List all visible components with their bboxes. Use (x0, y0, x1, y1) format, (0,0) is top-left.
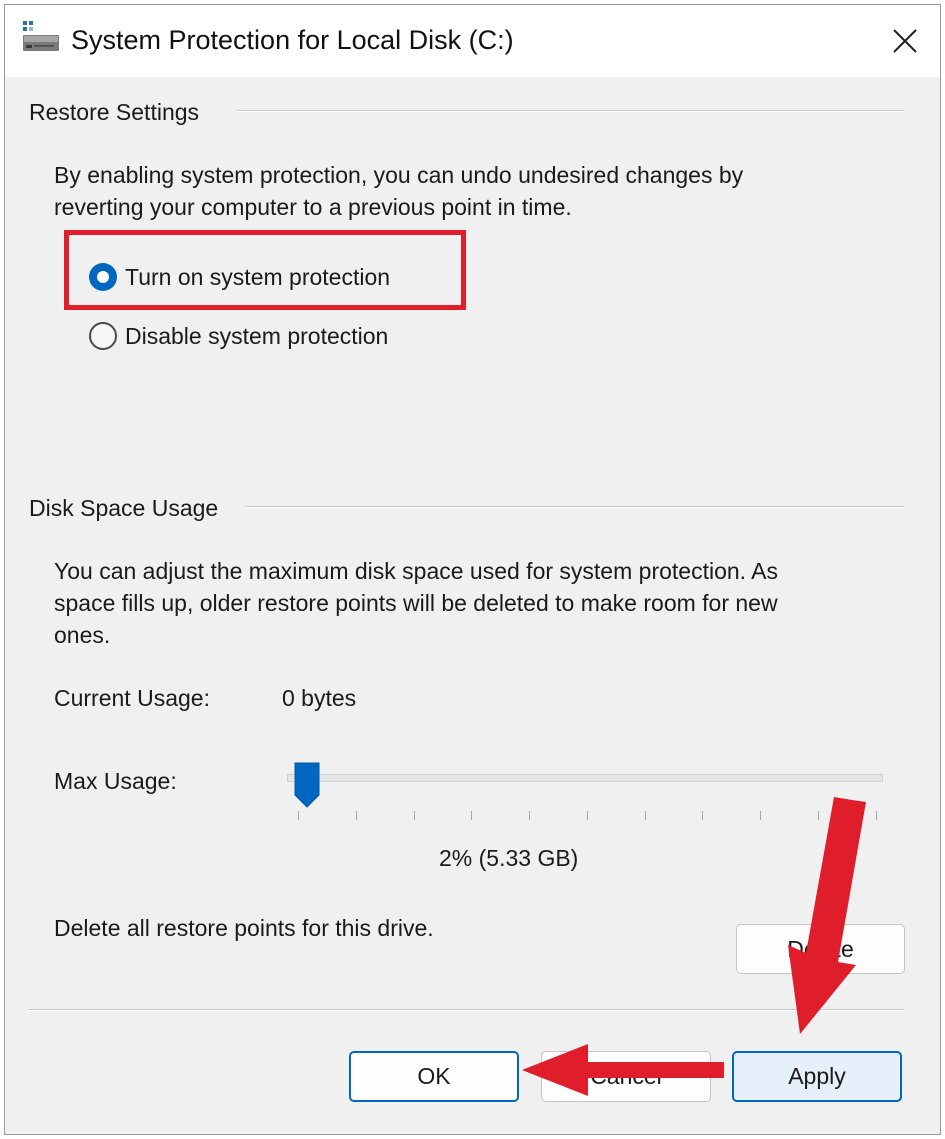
delete-button[interactable]: Delete (736, 924, 905, 974)
cancel-button[interactable]: Cancel (541, 1051, 711, 1102)
slider-tick (760, 811, 761, 820)
close-button[interactable] (870, 5, 940, 77)
slider-tick (356, 811, 357, 820)
slider-tick (298, 811, 299, 820)
slider-tick (529, 811, 530, 820)
max-usage-slider-track[interactable] (287, 774, 883, 782)
max-usage-slider-thumb[interactable] (293, 761, 321, 809)
slider-tick (414, 811, 415, 820)
group-divider (245, 506, 904, 508)
restore-settings-heading: Restore Settings (29, 99, 200, 125)
system-protection-dialog: System Protection for Local Disk (C:) Re… (4, 4, 941, 1135)
close-icon (893, 29, 917, 53)
description-line: reverting your computer to a previous po… (54, 194, 572, 220)
restore-settings-description: By enabling system protection, you can u… (54, 159, 914, 223)
slider-tick (702, 811, 703, 820)
current-usage-label: Current Usage: (54, 685, 210, 711)
slider-tick (876, 811, 877, 820)
delete-restore-points-text: Delete all restore points for this drive… (54, 915, 434, 941)
slider-tick (818, 811, 819, 820)
current-usage-value: 0 bytes (282, 685, 357, 711)
red-highlight-box (64, 230, 466, 310)
apply-button[interactable]: Apply (732, 1051, 902, 1102)
description-line: space fills up, older restore points wil… (54, 590, 778, 616)
disk-space-description: You can adjust the maximum disk space us… (54, 555, 924, 651)
radio-label: Disable system protection (125, 322, 389, 349)
slider-tick (471, 811, 472, 820)
disk-space-usage-heading: Disk Space Usage (29, 495, 219, 521)
max-usage-label: Max Usage: (54, 768, 177, 794)
slider-tick (587, 811, 588, 820)
window-title: System Protection for Local Disk (C:) (71, 25, 514, 55)
radio-unselected-icon (89, 322, 117, 350)
footer-divider (29, 1009, 904, 1011)
description-line: ones. (54, 622, 111, 648)
group-divider (237, 110, 904, 112)
description-line: You can adjust the maximum disk space us… (54, 558, 779, 584)
slider-tick (645, 811, 646, 820)
title-bar: System Protection for Local Disk (C:) (5, 5, 940, 77)
max-usage-value: 2% (5.33 GB) (439, 845, 579, 871)
description-line: By enabling system protection, you can u… (54, 162, 744, 188)
radio-disable-protection[interactable]: Disable system protection (89, 322, 388, 350)
disk-drive-icon (23, 21, 59, 51)
ok-button[interactable]: OK (349, 1051, 519, 1102)
